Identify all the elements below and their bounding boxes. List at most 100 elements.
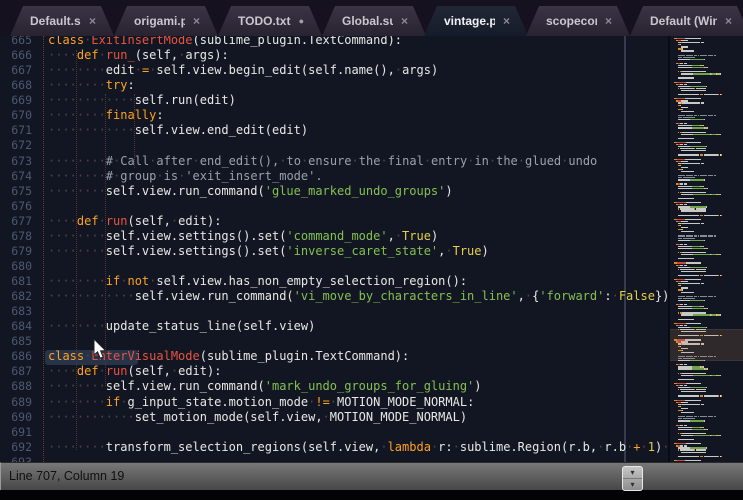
tab-scopecommand[interactable]: scopecommand × bbox=[526, 6, 630, 36]
tab-bar: Default.sublime × origami.py × TODO.txt ● Glob… bbox=[0, 0, 743, 36]
code-text: ············set_motion_mode(self.view,·M… bbox=[38, 410, 467, 424]
code-text: ····def·run(self,·edit): bbox=[38, 364, 221, 378]
code-line[interactable]: 687····def·run(self,·edit): bbox=[0, 364, 668, 379]
line-number: 693 bbox=[0, 455, 38, 462]
code-text: ····def·run_(self,·args): bbox=[38, 48, 229, 62]
line-number: 691 bbox=[0, 425, 38, 440]
line-number: 690 bbox=[0, 410, 38, 425]
close-icon[interactable]: × bbox=[89, 14, 96, 28]
code-line[interactable]: 672 bbox=[0, 138, 668, 153]
code-line[interactable]: 677····def·run(self,·edit): bbox=[0, 214, 668, 229]
code-line[interactable]: 678········self.view.settings().set('com… bbox=[0, 229, 668, 244]
code-text: ········edit·=·self.view.begin_edit(self… bbox=[38, 63, 438, 77]
close-icon[interactable]: × bbox=[401, 14, 408, 28]
code-text: ········self.view.run_command('glue_mark… bbox=[38, 184, 453, 198]
code-line[interactable]: 684········update_status_line(self.view) bbox=[0, 319, 668, 334]
tab-global.sublime[interactable]: Global.sublime× bbox=[322, 6, 426, 36]
line-number: 679 bbox=[0, 244, 38, 259]
line-number: 676 bbox=[0, 199, 38, 214]
code-line[interactable]: 667········edit·=·self.view.begin_edit(s… bbox=[0, 63, 668, 78]
code-line[interactable]: 665class·ExitInsertMode(sublime_plugin.T… bbox=[0, 36, 668, 48]
line-number: 688 bbox=[0, 379, 38, 394]
code-line[interactable]: 681········if·not·self.view.has_non_empt… bbox=[0, 274, 668, 289]
line-number: 684 bbox=[0, 319, 38, 334]
code-text: ········transform_selection_regions(self… bbox=[38, 440, 668, 454]
status-position-text: Line 707, Column 19 bbox=[9, 463, 124, 490]
line-number: 671 bbox=[0, 123, 38, 138]
tab-label: Default.sublime bbox=[30, 14, 81, 28]
code-line[interactable]: 675········self.view.run_command('glue_m… bbox=[0, 184, 668, 199]
minimap[interactable] bbox=[668, 36, 743, 462]
code-text: ········try: bbox=[38, 78, 135, 92]
code-text: ········self.view.settings().set('comman… bbox=[38, 229, 438, 243]
code-text: ············self.view.run_command('vi_mo… bbox=[38, 289, 668, 303]
line-number: 670 bbox=[0, 108, 38, 123]
line-number: 669 bbox=[0, 93, 38, 108]
code-line[interactable]: 679········self.view.settings().set('inv… bbox=[0, 244, 668, 259]
code-text: ········update_status_line(self.view) bbox=[38, 319, 315, 333]
code-line[interactable]: 668········try: bbox=[0, 78, 668, 93]
close-icon[interactable]: × bbox=[605, 14, 612, 28]
tab-label: origami.py bbox=[134, 14, 185, 28]
line-number: 689 bbox=[0, 395, 38, 410]
code-line[interactable]: 691 bbox=[0, 425, 668, 440]
scroll-up-button[interactable]: ▾ bbox=[623, 467, 642, 479]
line-number: 665 bbox=[0, 36, 38, 48]
dirty-dot-icon: ● bbox=[299, 16, 304, 26]
code-line[interactable]: 670········finally: bbox=[0, 108, 668, 123]
code-line[interactable]: 690············set_motion_mode(self.view… bbox=[0, 410, 668, 425]
chevron-down-icon: ▾ bbox=[630, 481, 634, 489]
code-text: ····def·run(self,·edit): bbox=[38, 214, 221, 228]
code-line[interactable]: 682············self.view.run_command('vi… bbox=[0, 289, 668, 304]
tab-vintage.py[interactable]: vintage.py × bbox=[424, 6, 528, 36]
code-line[interactable]: 693 bbox=[0, 455, 668, 462]
line-number: 675 bbox=[0, 184, 38, 199]
tab-origami.py[interactable]: origami.py × bbox=[114, 6, 218, 36]
code-text: ········self.view.settings().set('invers… bbox=[38, 244, 489, 258]
tab-default.sublime[interactable]: Default.sublime × bbox=[10, 6, 114, 36]
close-icon[interactable]: × bbox=[193, 14, 200, 28]
line-number: 678 bbox=[0, 229, 38, 244]
editor-pane[interactable]: 665class·ExitInsertMode(sublime_plugin.T… bbox=[0, 36, 743, 462]
close-icon[interactable]: × bbox=[725, 14, 732, 28]
code-rows: 665class·ExitInsertMode(sublime_plugin.T… bbox=[0, 36, 668, 462]
code-line[interactable]: 673········#·Call·after·end_edit(),·to·e… bbox=[0, 154, 668, 169]
code-line[interactable]: 689········if·g_input_state.motion_mode·… bbox=[0, 395, 668, 410]
tab-default-windo[interactable]: Default (Windo× bbox=[630, 6, 743, 36]
mouse-cursor bbox=[93, 339, 109, 361]
close-icon[interactable]: × bbox=[503, 14, 510, 28]
line-number: 686 bbox=[0, 349, 38, 364]
code-text: ········#·Call·after·end_edit(),·to·ensu… bbox=[38, 154, 597, 168]
minimap-viewport[interactable] bbox=[670, 329, 743, 361]
code-text: ········self.view.run_command('mark_undo… bbox=[38, 379, 482, 393]
code-line[interactable]: 666····def·run_(self,·args): bbox=[0, 48, 668, 63]
line-number: 673 bbox=[0, 154, 38, 169]
scroll-down-button[interactable]: ▾ bbox=[623, 479, 642, 490]
code-viewport: 665class·ExitInsertMode(sublime_plugin.T… bbox=[0, 36, 668, 462]
minimap-content bbox=[670, 36, 743, 462]
code-line[interactable]: 671············self.view.end_edit(edit) bbox=[0, 123, 668, 138]
code-line[interactable]: 683 bbox=[0, 304, 668, 319]
tab-todo.txt[interactable]: TODO.txt ● bbox=[218, 6, 322, 36]
tab-label: vintage.py bbox=[444, 14, 495, 28]
line-number: 674 bbox=[0, 169, 38, 184]
code-line[interactable]: 674········#·group·is·'exit_insert_mode'… bbox=[0, 169, 668, 184]
code-line[interactable]: 669············self.run(edit) bbox=[0, 93, 668, 108]
code-line[interactable]: 676 bbox=[0, 199, 668, 214]
tab-label: TODO.txt bbox=[238, 14, 291, 28]
sublime-window: Default.sublime × origami.py × TODO.txt ● Glob… bbox=[0, 0, 743, 500]
scrollbar-steppers[interactable]: ▾ ▾ bbox=[622, 466, 643, 491]
code-text: ············self.run(edit) bbox=[38, 93, 236, 107]
code-text: ········#·group·is·'exit_insert_mode'. bbox=[38, 169, 323, 183]
line-number: 687 bbox=[0, 364, 38, 379]
footer-strip bbox=[0, 490, 743, 500]
tab-label: scopecommand bbox=[546, 14, 597, 28]
code-text: class·ExitInsertMode(sublime_plugin.Text… bbox=[38, 36, 402, 47]
code-line[interactable]: 688········self.view.run_command('mark_u… bbox=[0, 379, 668, 394]
code-line[interactable]: 692········transform_selection_regions(s… bbox=[0, 440, 668, 455]
code-text: ············self.view.end_edit(edit) bbox=[38, 123, 308, 137]
line-number: 677 bbox=[0, 214, 38, 229]
code-line[interactable]: 680 bbox=[0, 259, 668, 274]
line-number: 692 bbox=[0, 440, 38, 455]
line-number: 666 bbox=[0, 48, 38, 63]
